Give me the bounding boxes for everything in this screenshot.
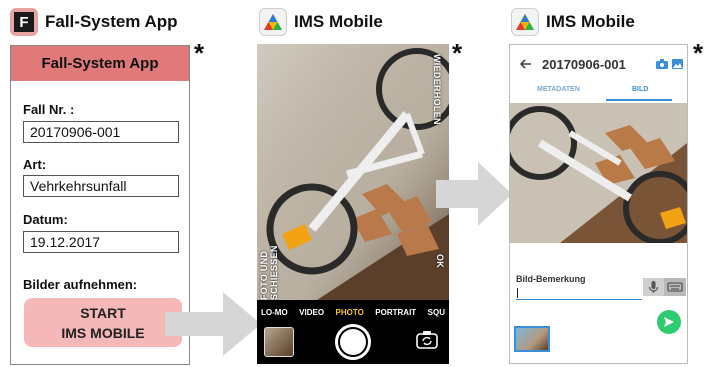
ims-mobile-header-label-1: IMS Mobile xyxy=(294,12,383,31)
thumbnail-icon[interactable] xyxy=(264,327,294,357)
mic-icon xyxy=(648,281,659,293)
bild-bemerkung-label: Bild-Bemerkung xyxy=(516,274,586,284)
ims-detail-title: 20170906-001 xyxy=(542,56,626,72)
keyboard-icon xyxy=(667,282,683,292)
image-icon[interactable] xyxy=(672,59,683,69)
mode-portrait[interactable]: PORTRAIT xyxy=(375,308,416,317)
tab-bild[interactable]: BILD xyxy=(632,86,648,93)
wiederholen-label[interactable]: WIEDERHOLEN xyxy=(432,54,442,125)
fall-system-app-icon: F xyxy=(10,8,38,36)
arrow-to-details-icon xyxy=(436,162,512,226)
switch-camera-icon[interactable] xyxy=(416,330,438,350)
foto-und-schiessen-label[interactable]: FOTO UND SCHIESSEN xyxy=(259,204,279,300)
asterisk-marker-2: * xyxy=(452,38,463,68)
send-button[interactable] xyxy=(657,310,681,334)
fall-icon-letter: F xyxy=(14,12,34,32)
captured-bicycle-image xyxy=(510,103,687,243)
send-icon xyxy=(664,317,674,327)
shutter-icon[interactable] xyxy=(335,324,371,360)
fall-system-screen: Fall-System App Fall Nr. : 20170906-001 … xyxy=(10,45,190,365)
art-field[interactable]: Vehrkehrsunfall xyxy=(23,175,179,197)
ims-detail-toolbar: 20170906-001 xyxy=(510,45,687,83)
bicycle-photo xyxy=(257,44,449,300)
start-button-line1: START xyxy=(80,304,126,321)
bild-bemerkung-input[interactable] xyxy=(516,299,642,300)
fall-system-titlebar: Fall-System App xyxy=(11,46,189,81)
camera-viewfinder[interactable]: WIEDERHOLEN FOTO UND SCHIESSEN OK xyxy=(257,44,449,300)
mode-video[interactable]: VIDEO xyxy=(299,308,324,317)
datum-label: Datum: xyxy=(23,212,68,227)
mode-photo[interactable]: PHOTO xyxy=(336,308,364,317)
art-label: Art: xyxy=(23,157,47,172)
fall-system-header-label: Fall-System App xyxy=(45,12,178,31)
ims-detail-tabs: METADATEN BILD xyxy=(510,83,687,101)
asterisk-marker-1: * xyxy=(194,38,205,68)
ok-label[interactable]: OK xyxy=(435,254,445,268)
fall-nr-field[interactable]: 20170906-001 xyxy=(23,121,179,143)
tab-active-indicator xyxy=(606,99,672,101)
ims-mobile-app-icon xyxy=(259,8,287,36)
fall-system-header: F Fall-System App xyxy=(10,6,178,38)
photo-thumbnail[interactable] xyxy=(514,326,550,352)
fall-nr-label: Fall Nr. : xyxy=(23,102,75,117)
keyboard-button[interactable] xyxy=(664,278,686,296)
tab-metadaten[interactable]: METADATEN xyxy=(537,86,580,93)
ims-mobile-header-label-2: IMS Mobile xyxy=(546,12,635,31)
datum-field[interactable]: 19.12.2017 xyxy=(23,231,179,253)
camera-mode-bar: LO-MO VIDEO PHOTO PORTRAIT SQU xyxy=(257,304,449,320)
start-button-line2: IMS MOBILE xyxy=(61,324,145,341)
asterisk-marker-3: * xyxy=(693,38,704,68)
start-ims-mobile-button[interactable]: START IMS MOBILE xyxy=(24,298,182,347)
arrow-to-camera-icon xyxy=(165,292,261,356)
captured-photo xyxy=(510,103,687,243)
camera-screen: WIEDERHOLEN FOTO UND SCHIESSEN OK LO-MO … xyxy=(257,44,449,364)
remark-input-cursor xyxy=(517,288,518,298)
mode-slomo[interactable]: LO-MO xyxy=(261,308,288,317)
back-arrow-icon[interactable] xyxy=(520,59,532,69)
ims-mobile-app-icon xyxy=(511,8,539,36)
ims-mobile-header-2: IMS Mobile xyxy=(511,6,635,38)
ims-mobile-header-1: IMS Mobile xyxy=(259,6,383,38)
ims-detail-screen: 20170906-001 METADATEN BILD Bild-Bemerku… xyxy=(509,44,688,364)
bilder-aufnehmen-label: Bilder aufnehmen: xyxy=(23,277,138,292)
mode-square[interactable]: SQU xyxy=(428,308,445,317)
camera-icon[interactable] xyxy=(656,59,668,69)
mic-button[interactable] xyxy=(643,278,664,296)
